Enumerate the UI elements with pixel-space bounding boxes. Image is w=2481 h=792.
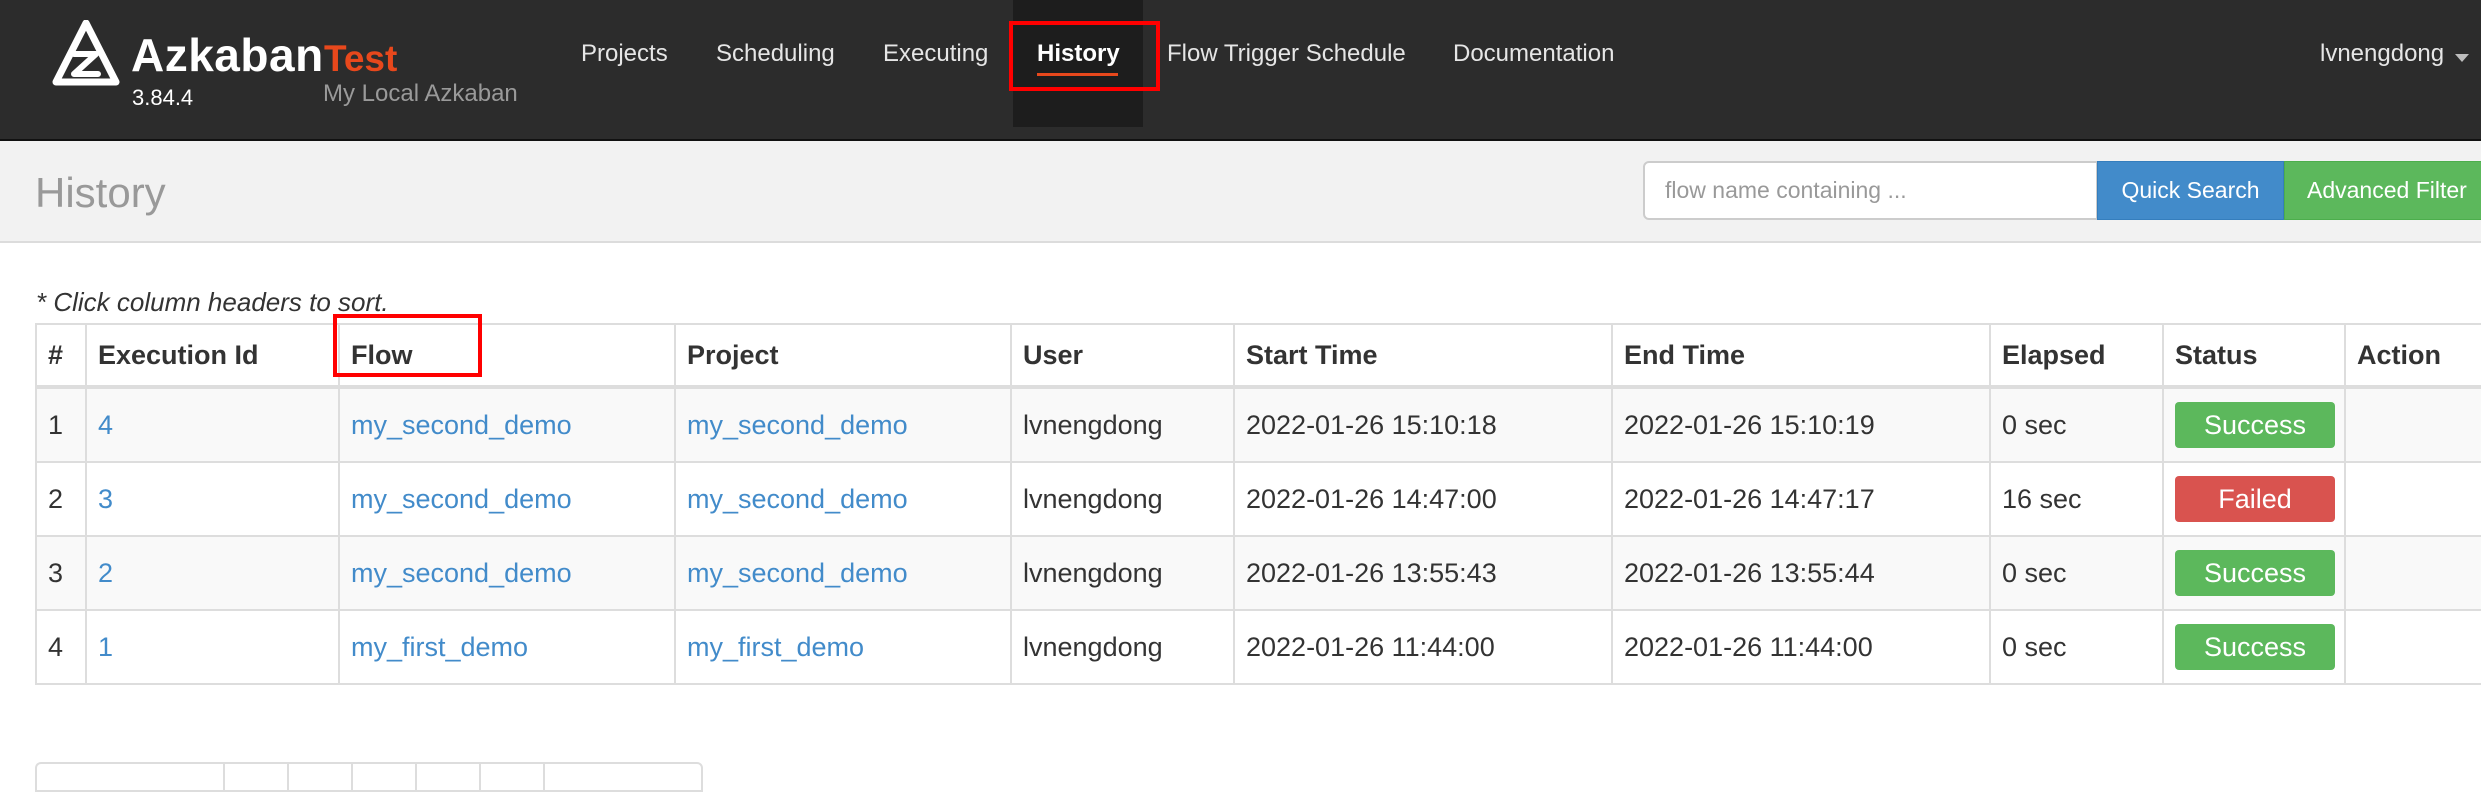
column-header-action[interactable]: Action	[2344, 323, 2481, 389]
row-number: 2	[35, 461, 87, 537]
advanced-filter-button[interactable]: Advanced Filter	[2284, 161, 2481, 220]
pagination-page[interactable]	[223, 762, 287, 792]
row-number: 4	[35, 609, 87, 685]
flow-link[interactable]: my_second_demo	[351, 558, 572, 588]
flow-search-input[interactable]	[1643, 161, 2098, 220]
column-header-number[interactable]: #	[35, 323, 87, 389]
column-header-user[interactable]: User	[1010, 323, 1235, 389]
user-cell: lvnengdong	[1010, 535, 1235, 611]
column-header-status[interactable]: Status	[2162, 323, 2346, 389]
pagination-page[interactable]	[479, 762, 543, 792]
pagination-page[interactable]	[415, 762, 479, 792]
pagination-next[interactable]	[543, 762, 703, 792]
action-cell	[2344, 461, 2481, 537]
user-menu[interactable]: lvnengdong	[2320, 40, 2444, 68]
nav-history-highlight-box	[1009, 21, 1160, 91]
action-cell	[2344, 535, 2481, 611]
brand-description: My Local Azkaban	[323, 80, 518, 107]
project-link[interactable]: my_second_demo	[687, 484, 908, 514]
project-link[interactable]: my_second_demo	[687, 558, 908, 588]
user-cell: lvnengdong	[1010, 386, 1235, 463]
column-header-project[interactable]: Project	[674, 323, 1012, 389]
user-cell: lvnengdong	[1010, 609, 1235, 685]
column-header-start-time[interactable]: Start Time	[1233, 323, 1613, 389]
elapsed-cell: 0 sec	[1989, 386, 2164, 463]
top-navbar: Azkaban Test 3.84.4 My Local Azkaban Pro…	[0, 0, 2481, 141]
column-header-end-time[interactable]: End Time	[1611, 323, 1991, 389]
row-number: 1	[35, 386, 87, 463]
table-row: 3 2 my_second_demo my_second_demo lvneng…	[35, 535, 2481, 611]
execution-id-link[interactable]: 1	[98, 632, 113, 662]
pagination	[35, 762, 703, 792]
brand-environment: Test	[324, 38, 398, 79]
execution-id-link[interactable]: 3	[98, 484, 113, 514]
elapsed-cell: 16 sec	[1989, 461, 2164, 537]
action-cell	[2344, 386, 2481, 463]
flow-link[interactable]: my_second_demo	[351, 484, 572, 514]
table-row: 2 3 my_second_demo my_second_demo lvneng…	[35, 461, 2481, 537]
end-time-cell: 2022-01-26 14:47:17	[1611, 461, 1991, 537]
nav-item-documentation[interactable]: Documentation	[1453, 40, 1614, 68]
execution-id-link[interactable]: 2	[98, 558, 113, 588]
nav-item-flow-trigger-schedule[interactable]: Flow Trigger Schedule	[1167, 40, 1406, 68]
status-badge: Failed	[2175, 476, 2335, 522]
status-badge: Success	[2175, 624, 2335, 670]
azkaban-logo-icon[interactable]	[52, 20, 120, 86]
start-time-cell: 2022-01-26 15:10:18	[1233, 386, 1613, 463]
history-table: # Execution Id Flow Project User Start T…	[35, 323, 2481, 685]
action-cell	[2344, 609, 2481, 685]
flow-link[interactable]: my_first_demo	[351, 632, 528, 662]
caret-down-icon[interactable]	[2455, 54, 2469, 62]
end-time-cell: 2022-01-26 15:10:19	[1611, 386, 1991, 463]
elapsed-cell: 0 sec	[1989, 535, 2164, 611]
start-time-cell: 2022-01-26 11:44:00	[1233, 609, 1613, 685]
brand-name[interactable]: Azkaban	[131, 28, 324, 82]
table-row: 1 4 my_second_demo my_second_demo lvneng…	[35, 386, 2481, 463]
pagination-page[interactable]	[287, 762, 351, 792]
page-header: History Quick Search Advanced Filter	[0, 141, 2481, 243]
execution-id-link[interactable]: 4	[98, 410, 113, 440]
elapsed-cell: 0 sec	[1989, 609, 2164, 685]
status-badge: Success	[2175, 550, 2335, 596]
table-row: 4 1 my_first_demo my_first_demo lvnengdo…	[35, 609, 2481, 685]
status-badge: Success	[2175, 402, 2335, 448]
column-header-elapsed[interactable]: Elapsed	[1989, 323, 2164, 389]
pagination-page[interactable]	[351, 762, 415, 792]
quick-search-button[interactable]: Quick Search	[2097, 161, 2284, 220]
column-header-execution-id[interactable]: Execution Id	[85, 323, 340, 389]
brand-version: 3.84.4	[132, 85, 194, 110]
end-time-cell: 2022-01-26 13:55:44	[1611, 535, 1991, 611]
nav-item-scheduling[interactable]: Scheduling	[716, 40, 835, 68]
flow-header-highlight-box	[333, 314, 482, 377]
page-title: History	[35, 169, 166, 216]
nav-item-executing[interactable]: Executing	[883, 40, 988, 68]
project-link[interactable]: my_second_demo	[687, 410, 908, 440]
pagination-prev[interactable]	[35, 762, 223, 792]
row-number: 3	[35, 535, 87, 611]
end-time-cell: 2022-01-26 11:44:00	[1611, 609, 1991, 685]
user-cell: lvnengdong	[1010, 461, 1235, 537]
flow-link[interactable]: my_second_demo	[351, 410, 572, 440]
start-time-cell: 2022-01-26 13:55:43	[1233, 535, 1613, 611]
start-time-cell: 2022-01-26 14:47:00	[1233, 461, 1613, 537]
nav-item-projects[interactable]: Projects	[581, 40, 668, 68]
project-link[interactable]: my_first_demo	[687, 632, 864, 662]
